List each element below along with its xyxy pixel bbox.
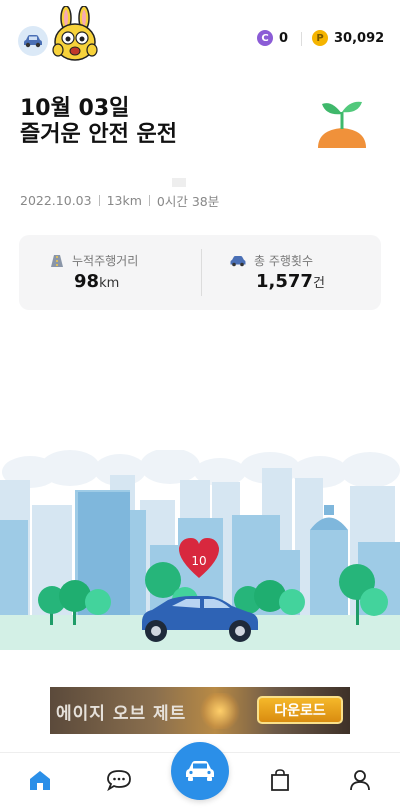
drive-icon bbox=[186, 761, 214, 781]
ad-title: 에이지 오브 제트 bbox=[56, 704, 187, 724]
ad-banner[interactable]: 에이지 오브 제트 다운로드 bbox=[50, 687, 350, 734]
total-distance-label: 누적주행거리 bbox=[50, 252, 138, 269]
header-divider bbox=[301, 32, 302, 46]
car-icon bbox=[230, 255, 246, 266]
coin-c-balance[interactable]: C 0 bbox=[257, 30, 288, 46]
card-divider bbox=[201, 249, 202, 296]
trip-duration: 0시간 38분 bbox=[156, 194, 220, 209]
total-trips-unit: 건 bbox=[312, 276, 325, 291]
stats-divider bbox=[98, 195, 100, 206]
nav-profile[interactable] bbox=[345, 765, 375, 795]
ad-download-button[interactable]: 다운로드 bbox=[257, 696, 343, 724]
coin-p-balance[interactable]: P 30,092 bbox=[312, 30, 384, 46]
nav-shop[interactable] bbox=[265, 765, 295, 795]
trip-stats: 2022.10.03 13km 0시간 38분 bbox=[20, 191, 219, 210]
ad-art bbox=[200, 693, 240, 729]
total-trips-value: 1,577건 bbox=[256, 271, 325, 292]
home-icon bbox=[30, 771, 50, 790]
city-scene-illustration bbox=[0, 450, 400, 650]
total-distance-unit: km bbox=[99, 276, 120, 291]
coin-c-icon: C bbox=[257, 30, 273, 46]
shop-icon bbox=[271, 769, 289, 791]
coin-c-value: 0 bbox=[279, 30, 289, 46]
trip-distance: 13km bbox=[106, 193, 142, 208]
car-avatar-icon[interactable] bbox=[18, 26, 48, 56]
trip-date: 2022.10.03 bbox=[20, 193, 92, 208]
profile-icon bbox=[350, 770, 370, 791]
coin-p-icon: P bbox=[312, 30, 328, 46]
total-trips-label: 총 주행횟수 bbox=[230, 252, 313, 269]
total-distance-value: 98km bbox=[74, 271, 120, 292]
chat-icon bbox=[107, 770, 131, 791]
rabbit-mascot-icon[interactable] bbox=[50, 6, 102, 62]
nav-drive-button[interactable] bbox=[171, 742, 229, 800]
coin-p-value: 30,092 bbox=[334, 30, 385, 46]
page-subtitle: 즐거운 안전 운전 bbox=[20, 122, 177, 147]
nav-chat[interactable] bbox=[104, 765, 134, 795]
road-icon bbox=[51, 254, 63, 267]
heart-score: 10 bbox=[191, 554, 207, 568]
image-placeholder bbox=[172, 178, 186, 187]
car-icon bbox=[24, 35, 42, 48]
date-title: 10월 03일 bbox=[20, 96, 130, 121]
sprout-icon bbox=[318, 101, 366, 148]
nav-home[interactable] bbox=[25, 765, 55, 795]
stats-divider bbox=[148, 195, 150, 206]
